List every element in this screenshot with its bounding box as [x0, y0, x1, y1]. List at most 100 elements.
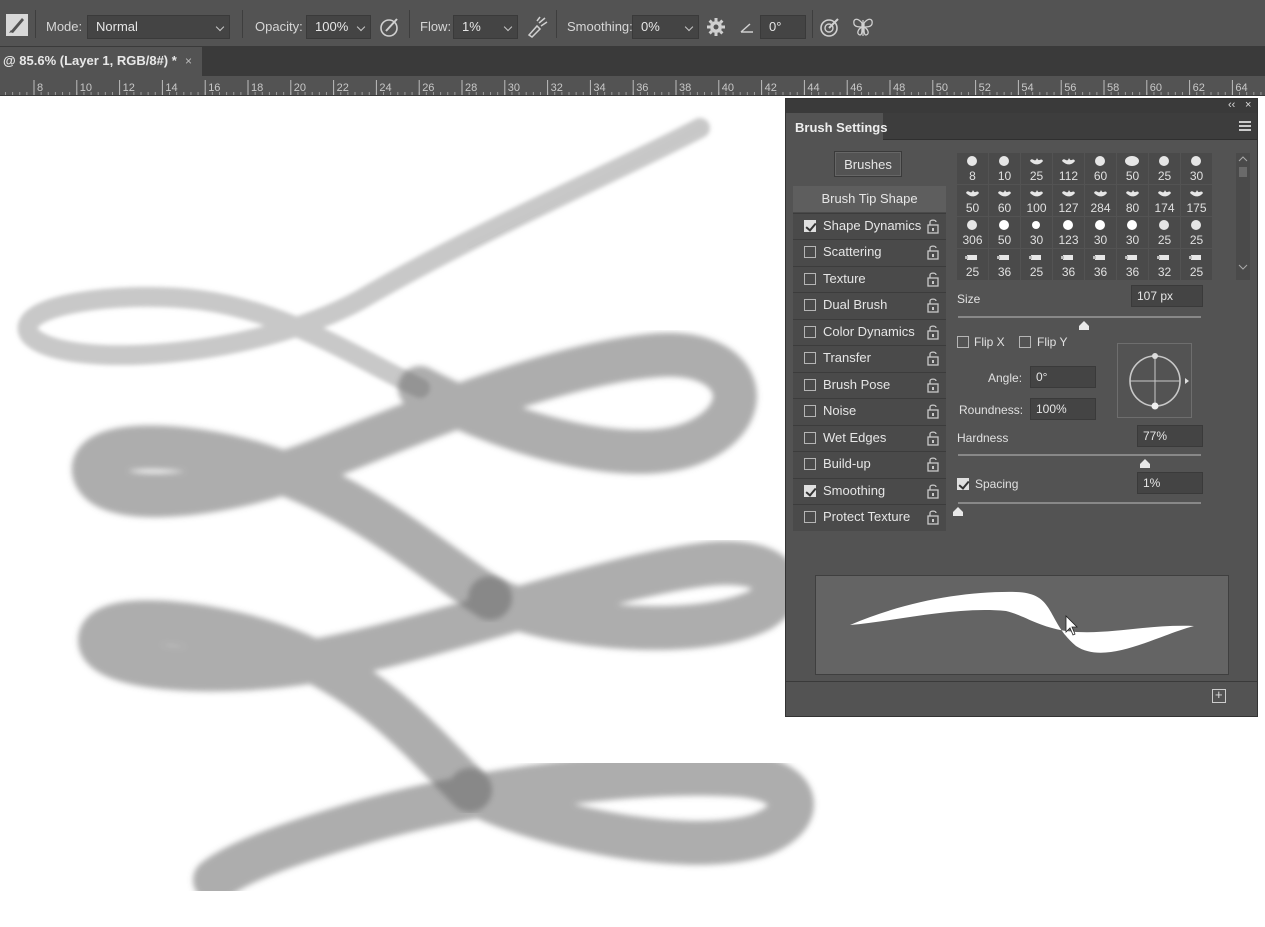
brush-preset[interactable]: 25 — [957, 249, 988, 280]
lock-icon[interactable] — [926, 456, 940, 472]
brush-preset[interactable]: 36 — [989, 249, 1020, 280]
brush-preset[interactable]: 25 — [1021, 249, 1052, 280]
brush-preset[interactable]: 36 — [1053, 249, 1084, 280]
close-icon[interactable]: × — [1245, 99, 1251, 111]
flip-x-checkbox[interactable] — [957, 336, 969, 348]
airbrush-icon[interactable] — [525, 15, 549, 39]
brush-preset[interactable]: 123 — [1053, 217, 1084, 248]
lock-icon[interactable] — [926, 483, 940, 499]
brush-preset[interactable]: 175 — [1181, 185, 1212, 216]
brush-preset[interactable]: 174 — [1149, 185, 1180, 216]
lock-icon[interactable] — [926, 271, 940, 287]
option-noise[interactable]: Noise — [793, 398, 946, 424]
option-shape-dynamics[interactable]: Shape Dynamics — [793, 213, 946, 239]
brush-preset[interactable]: 25 — [1181, 217, 1212, 248]
roundness-input[interactable]: 100% — [1030, 398, 1096, 420]
brush-angle-input[interactable]: 0° — [760, 15, 806, 39]
brush-preset[interactable]: 50 — [957, 185, 988, 216]
option-checkbox[interactable] — [804, 352, 816, 364]
chevron-down-icon[interactable] — [500, 15, 518, 39]
brush-preset[interactable]: 32 — [1149, 249, 1180, 280]
brush-preset[interactable]: 112 — [1053, 153, 1084, 184]
option-checkbox[interactable] — [804, 431, 816, 444]
brush-preset[interactable]: 8 — [957, 153, 988, 184]
collapse-icon[interactable]: ‹‹ — [1228, 99, 1235, 111]
lock-icon[interactable] — [926, 350, 940, 366]
option-color-dynamics[interactable]: Color Dynamics — [793, 319, 946, 345]
lock-icon[interactable] — [926, 324, 940, 340]
brush-preset[interactable]: 306 — [957, 217, 988, 248]
brush-preset[interactable]: 60 — [989, 185, 1020, 216]
option-checkbox[interactable] — [804, 219, 816, 232]
option-protect-texture[interactable]: Protect Texture — [793, 504, 946, 530]
size-slider-track[interactable] — [958, 316, 1201, 318]
size-slider-knob[interactable] — [1079, 319, 1090, 330]
smoothing-input[interactable]: 0% — [632, 15, 682, 39]
pressure-opacity-icon[interactable] — [378, 15, 402, 39]
option-build-up[interactable]: Build-up — [793, 451, 946, 477]
brush-preset[interactable]: 30 — [1181, 153, 1212, 184]
brush-preset[interactable]: 80 — [1117, 185, 1148, 216]
brush-preset[interactable]: 60 — [1085, 153, 1116, 184]
brush-preset[interactable]: 25 — [1149, 217, 1180, 248]
size-input[interactable]: 107 px — [1131, 285, 1203, 307]
option-smoothing[interactable]: Smoothing — [793, 478, 946, 504]
option-checkbox[interactable] — [804, 272, 816, 285]
symmetry-butterfly-icon[interactable] — [851, 15, 875, 39]
pressure-size-icon[interactable] — [818, 15, 842, 39]
brush-tool-icon[interactable] — [6, 14, 28, 36]
chevron-down-icon[interactable] — [681, 15, 699, 39]
brush-preset[interactable]: 50 — [989, 217, 1020, 248]
hardness-input[interactable]: 77% — [1137, 425, 1203, 447]
brushes-button[interactable]: Brushes — [834, 151, 902, 177]
option-wet-edges[interactable]: Wet Edges — [793, 425, 946, 451]
spacing-checkbox[interactable] — [957, 478, 969, 490]
create-new-brush-icon[interactable] — [1212, 687, 1226, 703]
brush-preset[interactable]: 36 — [1117, 249, 1148, 280]
option-checkbox[interactable] — [804, 246, 816, 258]
flow-input[interactable]: 1% — [453, 15, 501, 39]
brush-preset[interactable]: 36 — [1085, 249, 1116, 280]
tab-brush-settings[interactable]: Brush Settings — [786, 113, 887, 141]
chevron-down-icon[interactable] — [353, 15, 371, 39]
hardness-slider-knob[interactable] — [1140, 457, 1151, 468]
brush-preset[interactable]: 30 — [1085, 217, 1116, 248]
chevron-down-icon[interactable] — [212, 15, 230, 39]
brush-preset[interactable]: 30 — [1021, 217, 1052, 248]
option-texture[interactable]: Texture — [793, 266, 946, 292]
spacing-slider-knob[interactable] — [953, 505, 963, 516]
brush-preset[interactable]: 127 — [1053, 185, 1084, 216]
option-checkbox[interactable] — [804, 511, 816, 523]
option-checkbox[interactable] — [804, 299, 816, 311]
document-tab[interactable]: @ 85.6% (Layer 1, RGB/8#) * × — [0, 47, 202, 76]
lock-icon[interactable] — [926, 244, 940, 260]
brush-preset[interactable]: 25 — [1149, 153, 1180, 184]
brush-preset[interactable]: 25 — [1181, 249, 1212, 280]
spacing-slider-track[interactable] — [958, 502, 1201, 504]
brush-preset[interactable]: 50 — [1117, 153, 1148, 184]
preset-scrollbar[interactable] — [1236, 153, 1250, 280]
option-brush-tip-shape[interactable]: Brush Tip Shape — [793, 186, 946, 212]
mode-select[interactable]: Normal — [87, 15, 213, 39]
lock-icon[interactable] — [926, 218, 940, 234]
smoothing-settings-gear-icon[interactable] — [704, 15, 728, 39]
panel-menu-icon[interactable] — [1239, 121, 1251, 131]
lock-icon[interactable] — [926, 430, 940, 446]
option-checkbox[interactable] — [804, 405, 816, 417]
option-checkbox[interactable] — [804, 484, 816, 497]
option-transfer[interactable]: Transfer — [793, 345, 946, 371]
lock-icon[interactable] — [926, 297, 940, 313]
option-brush-pose[interactable]: Brush Pose — [793, 372, 946, 398]
option-checkbox[interactable] — [804, 458, 816, 470]
brush-preset[interactable]: 25 — [1021, 153, 1052, 184]
lock-icon[interactable] — [926, 403, 940, 419]
panel-title-strip[interactable]: ‹‹ × — [786, 99, 1257, 113]
option-checkbox[interactable] — [804, 378, 816, 391]
lock-icon[interactable] — [926, 509, 940, 525]
option-dual-brush[interactable]: Dual Brush — [793, 292, 946, 318]
option-scattering[interactable]: Scattering — [793, 239, 946, 265]
close-icon[interactable]: × — [185, 54, 192, 68]
opacity-input[interactable]: 100% — [306, 15, 354, 39]
brush-preset[interactable]: 30 — [1117, 217, 1148, 248]
brush-preset[interactable]: 100 — [1021, 185, 1052, 216]
